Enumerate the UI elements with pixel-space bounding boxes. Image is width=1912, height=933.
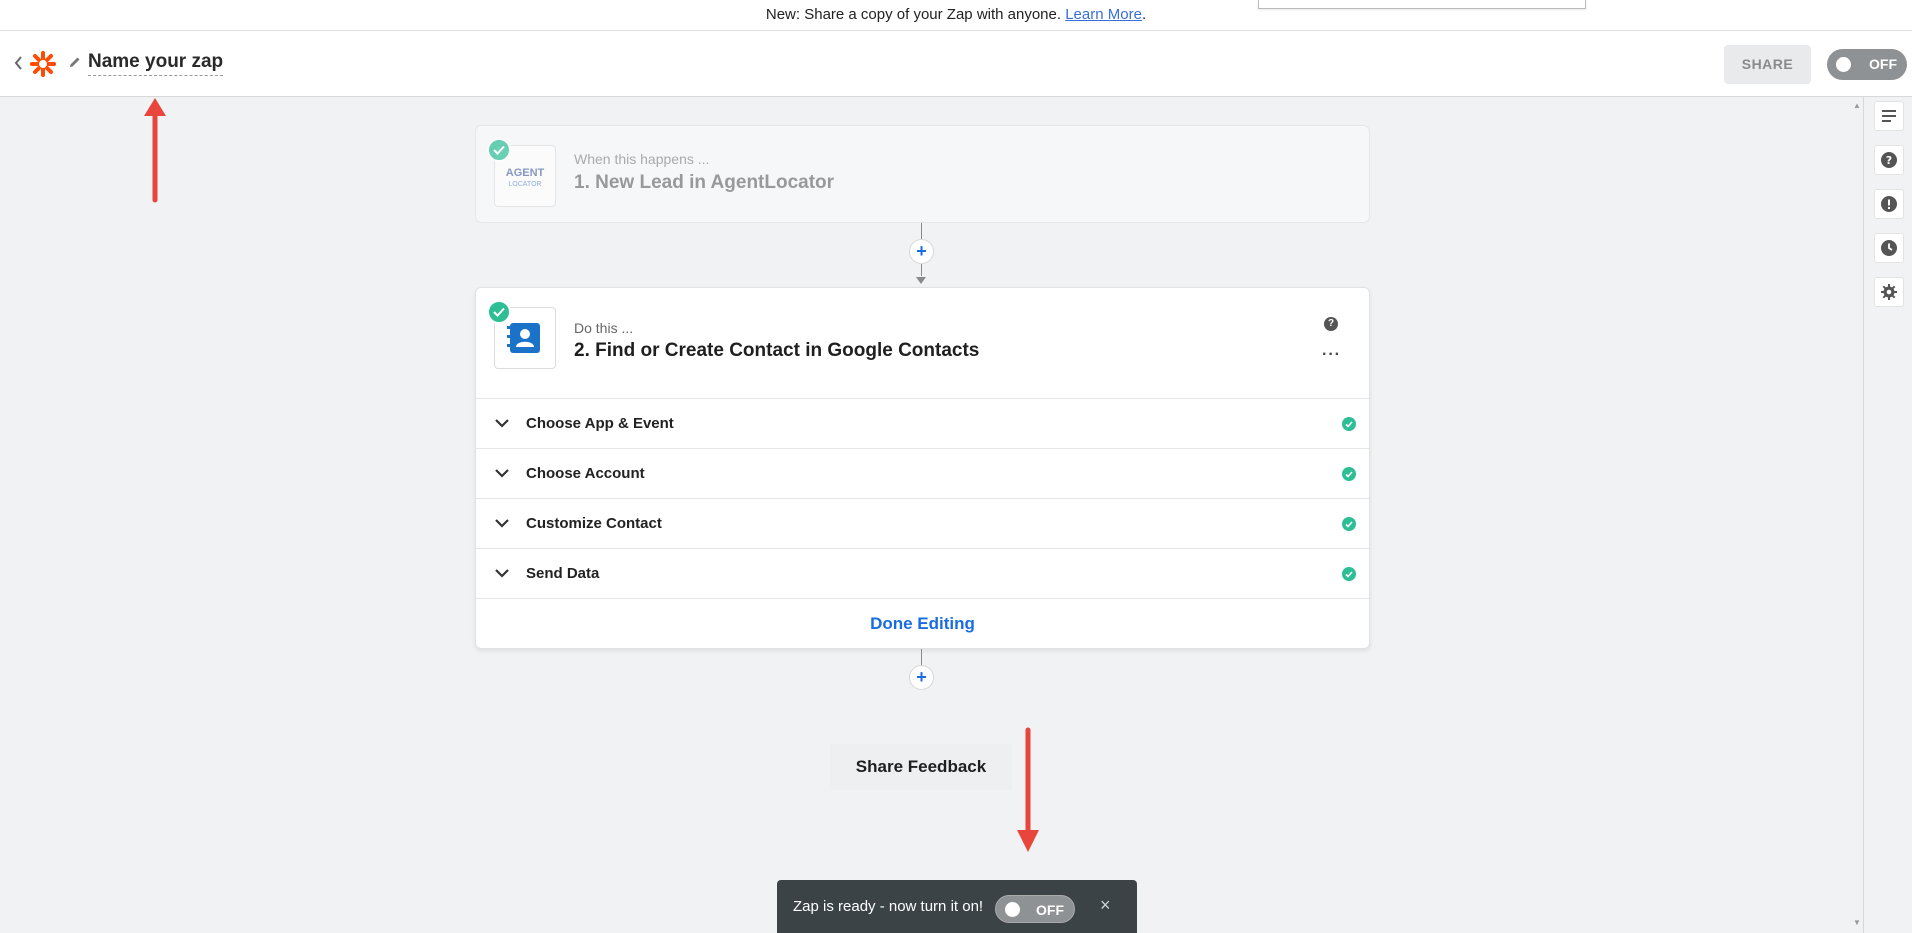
announcement-banner: New: Share a copy of your Zap with anyon… xyxy=(0,0,1912,31)
section-label: Send Data xyxy=(526,565,600,582)
pencil-icon[interactable] xyxy=(68,55,82,69)
editor-header: Name your zap SHARE OFF xyxy=(0,31,1912,97)
check-icon xyxy=(487,300,511,324)
chevron-down-icon xyxy=(494,465,510,486)
step-title: 1. New Lead in AgentLocator xyxy=(574,172,835,193)
share-feedback-button[interactable]: Share Feedback xyxy=(830,744,1012,790)
zap-on-off-toggle[interactable]: OFF xyxy=(1827,49,1907,80)
annotation-arrow-up xyxy=(144,98,166,203)
section-label: Choose Account xyxy=(526,465,645,482)
history-icon[interactable] xyxy=(1874,233,1904,263)
details-icon[interactable] xyxy=(1874,101,1904,131)
chevron-down-icon xyxy=(494,515,510,536)
zapier-logo-icon[interactable] xyxy=(30,51,56,77)
announcement-text: New: Share a copy of your Zap with anyon… xyxy=(765,6,1062,23)
step-subtitle: Do this ... xyxy=(574,320,634,336)
close-icon[interactable]: × xyxy=(1100,895,1111,916)
check-icon xyxy=(487,138,511,162)
section-send-data[interactable]: Send Data xyxy=(476,548,1369,598)
zap-ready-toast: Zap is ready - now turn it on! OFF × xyxy=(777,880,1137,933)
settings-icon[interactable] xyxy=(1874,277,1904,307)
scroll-up-icon[interactable]: ▲ xyxy=(1853,101,1861,110)
logo-text-top: AGENT xyxy=(506,167,545,179)
step-title: 2. Find or Create Contact in Google Cont… xyxy=(574,340,980,361)
toast-message: Zap is ready - now turn it on! xyxy=(793,898,984,915)
add-step-button[interactable]: + xyxy=(909,665,934,690)
help-icon[interactable]: ? xyxy=(1324,317,1338,331)
learn-more-link[interactable]: Learn More xyxy=(1065,6,1142,23)
check-icon xyxy=(1342,517,1356,531)
section-customize-contact[interactable]: Customize Contact xyxy=(476,498,1369,548)
scroll-down-icon[interactable]: ▼ xyxy=(1853,918,1861,927)
section-label: Customize Contact xyxy=(526,515,662,532)
connector-arrow-icon xyxy=(916,277,926,284)
toast-on-off-toggle[interactable]: OFF xyxy=(995,895,1075,923)
chevron-down-icon xyxy=(494,565,510,586)
trigger-step-card[interactable]: AGENT LOCATOR When this happens ... 1. N… xyxy=(475,125,1370,223)
step-subtitle: When this happens ... xyxy=(574,151,710,167)
announcement-trailing: . xyxy=(1141,6,1147,23)
zap-name-field[interactable]: Name your zap xyxy=(88,51,224,76)
more-options-icon[interactable]: ··· xyxy=(1322,347,1341,363)
vertical-scrollbar[interactable] xyxy=(1852,97,1863,933)
toggle-label: OFF xyxy=(1869,56,1897,72)
annotation-arrow-down xyxy=(1017,727,1039,852)
check-icon xyxy=(1342,567,1356,581)
action-step-card: Do this ... 2. Find or Create Contact in… xyxy=(475,287,1370,649)
connector-line xyxy=(921,649,922,665)
logo-text-bottom: LOCATOR xyxy=(508,181,541,188)
share-button[interactable]: SHARE xyxy=(1724,45,1811,84)
connector-line xyxy=(921,264,922,276)
popup-edge xyxy=(1258,0,1586,9)
toggle-knob xyxy=(1836,57,1851,72)
svg-text:?: ? xyxy=(1886,154,1892,167)
toggle-label: OFF xyxy=(1036,902,1064,918)
done-editing-button[interactable]: Done Editing xyxy=(476,598,1369,648)
alert-icon[interactable] xyxy=(1874,189,1904,219)
check-icon xyxy=(1342,417,1356,431)
connector-line xyxy=(921,223,922,239)
chevron-down-icon xyxy=(494,415,510,436)
back-icon[interactable] xyxy=(13,55,25,73)
section-choose-app-event[interactable]: Choose App & Event xyxy=(476,398,1369,448)
toggle-knob xyxy=(1005,902,1020,917)
section-label: Choose App & Event xyxy=(526,415,674,432)
right-sidebar: ? xyxy=(1863,97,1912,933)
check-icon xyxy=(1342,467,1356,481)
add-step-button[interactable]: + xyxy=(909,239,934,264)
section-choose-account[interactable]: Choose Account xyxy=(476,448,1369,498)
help-icon[interactable]: ? xyxy=(1874,145,1904,175)
